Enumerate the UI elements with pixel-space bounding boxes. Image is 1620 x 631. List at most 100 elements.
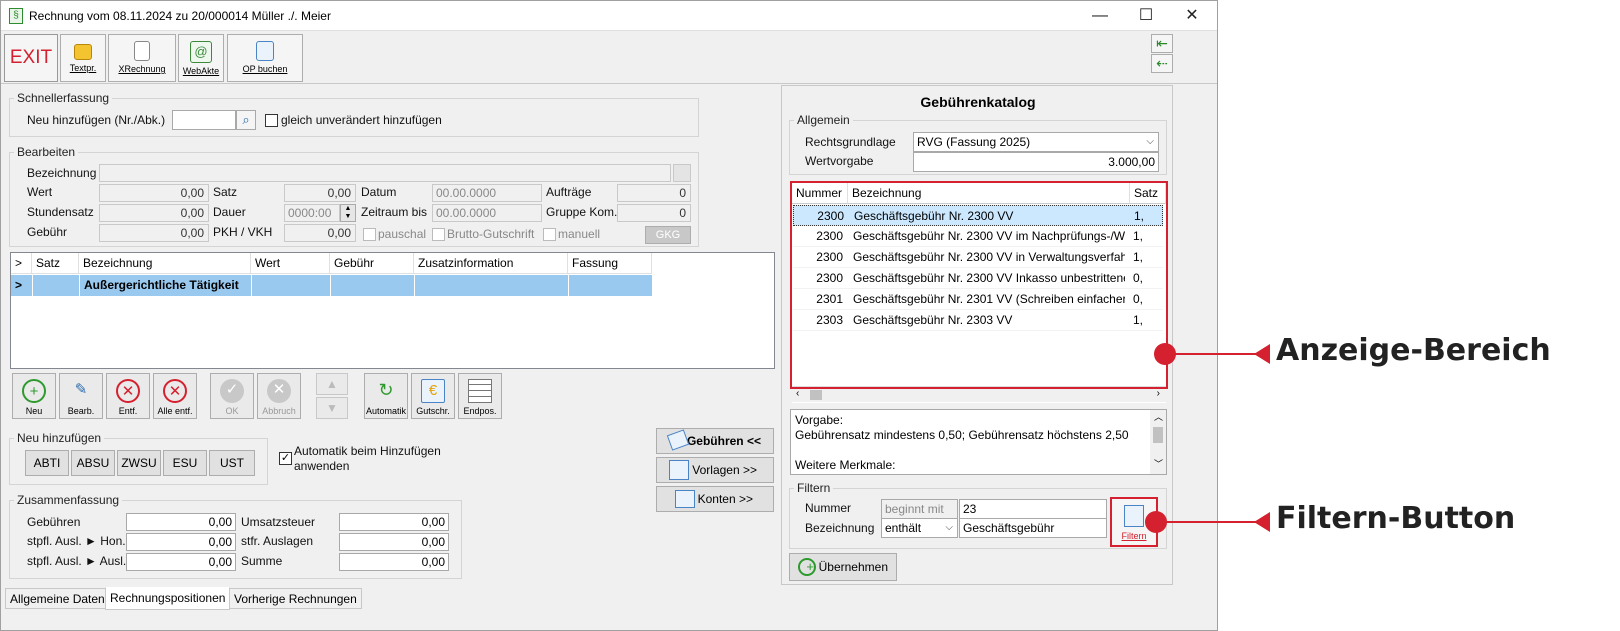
filter-bezeichnung-input[interactable]: Geschäftsgebühr	[959, 518, 1107, 538]
pkh-label: PKH / VKH	[213, 225, 273, 239]
add-icon: +	[798, 558, 816, 576]
tab-allgemeine-daten[interactable]: Allgemeine Daten	[5, 588, 109, 609]
endpos-label: Endpos.	[463, 406, 497, 416]
bezeichnung-field	[99, 164, 671, 182]
zusammenfassung-legend: Zusammenfassung	[17, 493, 120, 507]
xrechnung-label: XRechnung	[118, 64, 166, 74]
positions-header-fassung: Fassung	[568, 253, 652, 274]
sum-stfr-field: 0,00	[339, 533, 449, 551]
search-icon: ⌕	[242, 112, 250, 127]
nav-first-button[interactable]: ⇤	[1151, 34, 1173, 53]
sum-summe-field: 0,00	[339, 553, 449, 571]
close-button[interactable]: ✕	[1169, 1, 1215, 31]
wert-field: 0,00	[99, 184, 209, 202]
nav-prev-button[interactable]: ⇠	[1151, 54, 1173, 73]
automatik-button[interactable]: ↻ Automatik	[364, 373, 408, 419]
positions-header-satz: Satz	[32, 253, 79, 274]
filter-bezeichnung-mode-select[interactable]: enthält ⌵	[881, 518, 958, 538]
scroll-right-icon[interactable]: ›	[1157, 388, 1160, 399]
konten-button[interactable]: Konten >>	[656, 486, 774, 512]
abti-button[interactable]: ABTI	[25, 450, 69, 476]
automatik-checkbox[interactable]: ✓	[279, 452, 292, 465]
filter-nummer-input[interactable]: 23	[959, 499, 1107, 519]
textpr-button[interactable]: Textpr.	[60, 34, 106, 82]
sum-stpfl-ausl-field: 0,00	[126, 553, 236, 571]
sum-gebuehren-label: Gebühren	[27, 515, 81, 529]
row-divider-4	[330, 275, 331, 296]
scroll-thumb[interactable]	[1153, 427, 1163, 443]
quick-add-input[interactable]	[172, 110, 236, 130]
op-buchen-label: OP buchen	[242, 64, 288, 74]
tab-vorherige-rechnungen[interactable]: Vorherige Rechnungen	[230, 588, 362, 609]
gutschr-label: Gutschr.	[416, 406, 450, 416]
gkg-button: GKG	[645, 226, 691, 244]
vorlagen-button[interactable]: Vorlagen >>	[656, 457, 774, 483]
alle-entf-button[interactable]: ✕ Alle entf.	[153, 373, 197, 419]
gleich-checkbox[interactable]	[265, 114, 278, 127]
vertical-scrollbar[interactable]: ︿ ﹀	[1150, 410, 1166, 474]
brutto-label: Brutto-Gutschrift	[447, 227, 535, 241]
refresh-icon: ↻	[378, 380, 394, 400]
gebuehr-label: Gebühr	[27, 225, 68, 239]
exit-button[interactable]: EXIT	[4, 34, 58, 82]
minimize-button[interactable]: —	[1077, 1, 1123, 31]
title-bar: § Rechnung vom 08.11.2024 zu 20/000014 M…	[1, 1, 1217, 31]
dauer-field: 0000:00	[284, 204, 340, 222]
filter-marker-line	[1160, 521, 1265, 523]
allgemein-legend: Allgemein	[797, 113, 850, 127]
tab-rechnungspositionen[interactable]: Rechnungspositionen	[105, 587, 231, 610]
rechtsgrundlage-value: RVG (Fassung 2025)	[917, 135, 1031, 149]
scroll-thumb[interactable]	[810, 390, 822, 400]
absu-button[interactable]: ABSU	[71, 450, 115, 476]
gutschr-button[interactable]: € Gutschr.	[411, 373, 455, 419]
uebernehmen-button[interactable]: + Übernehmen	[789, 553, 897, 581]
rechtsgrundlage-select[interactable]: RVG (Fassung 2025) ⌵	[913, 132, 1159, 152]
satz-field: 0,00	[284, 184, 356, 202]
abbruch-label: Abbruch	[262, 406, 296, 416]
anzeige-bereich-highlight	[790, 181, 1168, 389]
op-book-icon	[256, 41, 274, 61]
wertvorgabe-field[interactable]: 3.000,00	[913, 152, 1159, 172]
zeitraum-field: 00.00.0000	[432, 204, 542, 222]
schnellerfassung-legend: Schnellerfassung	[17, 91, 110, 105]
check-icon: ✓	[220, 379, 244, 403]
scroll-left-icon[interactable]: ‹	[796, 388, 799, 399]
endpos-button[interactable]: Endpos.	[458, 373, 502, 419]
edit-icon: ✎	[74, 381, 88, 398]
template-icon	[669, 460, 689, 480]
xrechnung-icon	[134, 41, 150, 61]
positions-table[interactable]: > Satz Bezeichnung Wert Gebühr Zusatzinf…	[10, 252, 775, 369]
ust-button[interactable]: UST	[209, 450, 255, 476]
row-marker: >	[15, 278, 23, 292]
sum-ust-field: 0,00	[339, 513, 449, 531]
webakte-button[interactable]: @ WebAkte	[178, 34, 224, 82]
entf-button[interactable]: ✕ Entf.	[106, 373, 150, 419]
sum-stfr-label: stfr. Auslagen	[241, 534, 314, 548]
search-button[interactable]: ⌕	[236, 110, 256, 130]
vorgabe-line: Vorgabe:	[795, 413, 844, 427]
gebuehren-button[interactable]: Gebühren <<	[656, 428, 774, 454]
zwsu-button[interactable]: ZWSU	[117, 450, 161, 476]
neu-button[interactable]: + Neu	[12, 373, 56, 419]
xrechnung-button[interactable]: XRechnung	[108, 34, 176, 82]
move-down-button: ▼	[316, 397, 348, 419]
ok-button: ✓ OK	[210, 373, 254, 419]
webakte-icon: @	[190, 41, 212, 63]
filtern-button-label: Filtern	[1121, 531, 1147, 541]
scroll-down-icon[interactable]: ﹀	[1154, 457, 1163, 472]
abbruch-button: ✕ Abbruch	[257, 373, 301, 419]
scroll-up-icon[interactable]: ︿	[1154, 410, 1163, 425]
bearb-button[interactable]: ✎ Bearb.	[59, 373, 103, 419]
fee-tag-icon	[666, 429, 690, 451]
dauer-spinner: ▲ ▼	[340, 204, 356, 222]
accounts-icon	[675, 490, 695, 508]
op-buchen-button[interactable]: OP buchen	[227, 34, 303, 82]
konten-label: Konten >>	[697, 492, 753, 506]
maximize-button[interactable]: ☐	[1123, 1, 1169, 31]
filtern-legend: Filtern	[797, 481, 831, 495]
filter-icon	[1124, 505, 1144, 527]
esu-button[interactable]: ESU	[163, 450, 207, 476]
table-row[interactable]: > Außergerichtliche Tätigkeit	[11, 275, 652, 296]
wertvorgabe-label: Wertvorgabe	[805, 154, 874, 168]
datum-label: Datum	[361, 185, 397, 199]
